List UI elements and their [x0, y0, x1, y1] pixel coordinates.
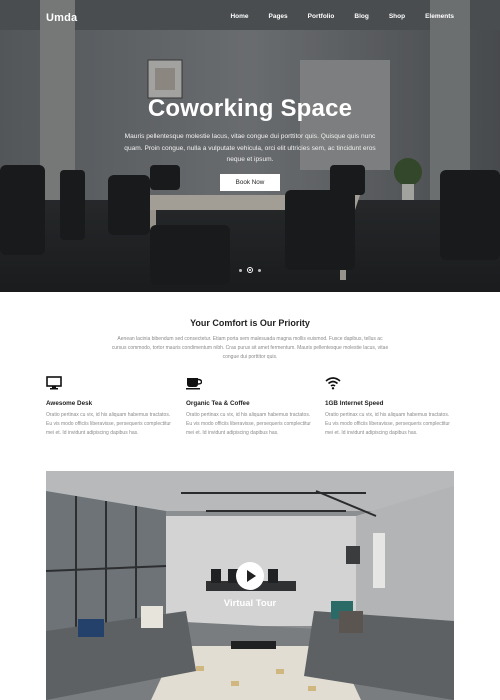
book-now-button[interactable]: Book Now	[220, 174, 280, 191]
feature-awesome-desk: Awesome Desk Oratio pertinax cu vix, id …	[46, 376, 176, 438]
feature-internet-speed: 1GB Internet Speed Oratio pertinax cu vi…	[325, 376, 455, 438]
feature-text: Oratio pertinax cu vix, id his aliquam h…	[325, 412, 450, 436]
nav-item-blog[interactable]: Blog	[354, 13, 368, 20]
nav-item-portfolio[interactable]: Portfolio	[308, 13, 335, 20]
slider-dot[interactable]	[239, 268, 242, 272]
nav-item-elements[interactable]: Elements	[425, 13, 454, 20]
play-button[interactable]	[236, 562, 264, 590]
coffee-cup-icon	[186, 378, 203, 390]
nav-item-shop[interactable]: Shop	[389, 13, 405, 20]
section-title: Your Comfort is Our Priority	[190, 318, 310, 328]
feature-organic-tea-coffee: Organic Tea & Coffee Oratio pertinax cu …	[186, 376, 316, 438]
hero-section: Umda Home Pages Portfolio Blog Shop Elem…	[0, 0, 500, 292]
hero-title: Coworking Space	[147, 95, 353, 122]
section-intro: Aenean lacinia bibendum sed consectetur.…	[111, 336, 389, 360]
hero-subtitle: Mauris pellentesque molestie lacus, vita…	[124, 133, 376, 163]
feature-title: Organic Tea & Coffee	[186, 400, 250, 407]
slider-dot[interactable]	[258, 268, 261, 272]
slider-dot-active[interactable]	[247, 267, 253, 273]
feature-text: Oratio pertinax cu vix, id his aliquam h…	[46, 412, 171, 436]
nav-item-home[interactable]: Home	[230, 13, 248, 20]
site-logo[interactable]: Umda	[46, 12, 77, 24]
feature-text: Oratio pertinax cu vix, id his aliquam h…	[186, 412, 311, 436]
feature-title: Awesome Desk	[46, 400, 93, 407]
nav-item-pages[interactable]: Pages	[269, 13, 288, 20]
video-title: Virtual Tour	[223, 598, 277, 609]
wifi-icon	[325, 377, 341, 390]
main-nav: Home Pages Portfolio Blog Shop Elements	[210, 13, 454, 20]
feature-title: 1GB Internet Speed	[325, 400, 384, 407]
monitor-icon	[46, 376, 62, 390]
slider-pagination	[239, 267, 261, 273]
